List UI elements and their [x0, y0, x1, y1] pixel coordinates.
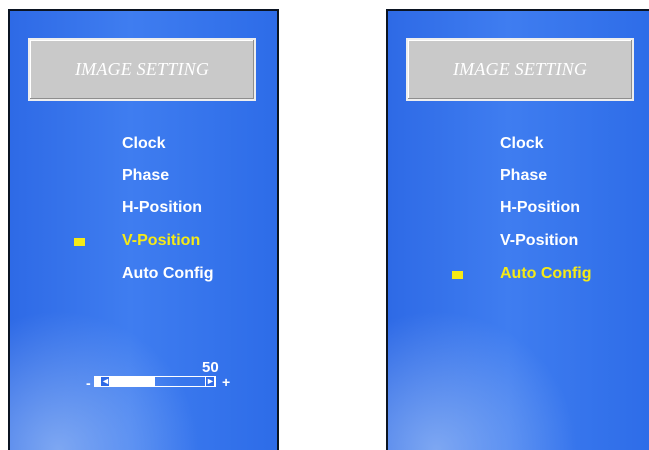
image-setting-title: IMAGE SETTING [28, 38, 256, 101]
menu-item-v-position[interactable]: V-Position [500, 232, 578, 252]
osd-panel-right: IMAGE SETTING Clock Phase H-Position V-P… [386, 9, 649, 450]
menu-item-clock[interactable]: Clock [500, 135, 544, 155]
menu-item-h-position[interactable]: H-Position [122, 199, 202, 219]
slider-right-arrow-icon[interactable]: ► [205, 376, 215, 387]
osd-panel-left: IMAGE SETTING Clock Phase H-Position V-P… [8, 9, 279, 450]
menu-item-clock[interactable]: Clock [122, 135, 166, 155]
menu-item-h-position[interactable]: H-Position [500, 199, 580, 219]
menu-item-v-position[interactable]: V-Position [122, 232, 200, 252]
menu-item-auto-config[interactable]: Auto Config [122, 265, 214, 285]
slider-minus-label: - [86, 375, 91, 391]
image-setting-title: IMAGE SETTING [406, 38, 634, 101]
slider-left-arrow-icon[interactable]: ◄ [100, 376, 110, 387]
selection-marker-icon [452, 271, 463, 279]
menu-item-auto-config[interactable]: Auto Config [500, 265, 592, 285]
selection-marker-icon [74, 238, 85, 246]
menu-item-phase[interactable]: Phase [122, 167, 169, 187]
slider-plus-label: + [222, 374, 231, 390]
v-position-slider[interactable]: ◄ ► [94, 376, 216, 387]
slider-value: 50 [202, 359, 219, 376]
menu-item-phase[interactable]: Phase [500, 167, 547, 187]
